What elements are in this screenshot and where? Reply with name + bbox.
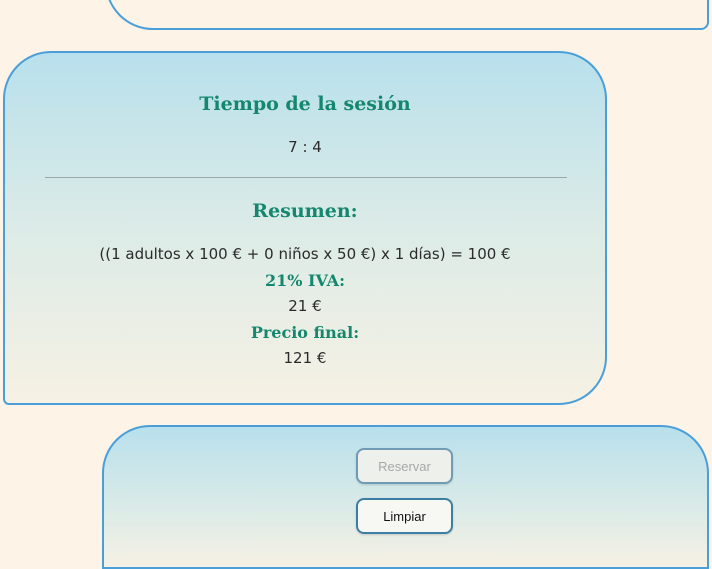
clear-button[interactable]: Limpiar (356, 498, 453, 534)
final-price-value: 121 € (283, 349, 327, 367)
divider (45, 177, 567, 178)
final-price-label: Precio final: (250, 323, 360, 342)
summary-card: Tiempo de la sesión 7 : 4 Resumen: ((1 a… (3, 51, 607, 405)
price-formula: ((1 adultos x 100 € + 0 niños x 50 €) x … (99, 245, 511, 263)
previous-card (105, 0, 709, 30)
reserve-button[interactable]: Reservar (356, 448, 453, 484)
session-time-title: Tiempo de la sesión (199, 93, 411, 115)
summary-title: Resumen: (252, 200, 358, 222)
vat-label: 21% IVA: (264, 271, 345, 290)
session-time-value: 7 : 4 (288, 138, 322, 156)
actions-card: Reservar Limpiar (102, 425, 709, 569)
vat-value: 21 € (288, 297, 322, 315)
